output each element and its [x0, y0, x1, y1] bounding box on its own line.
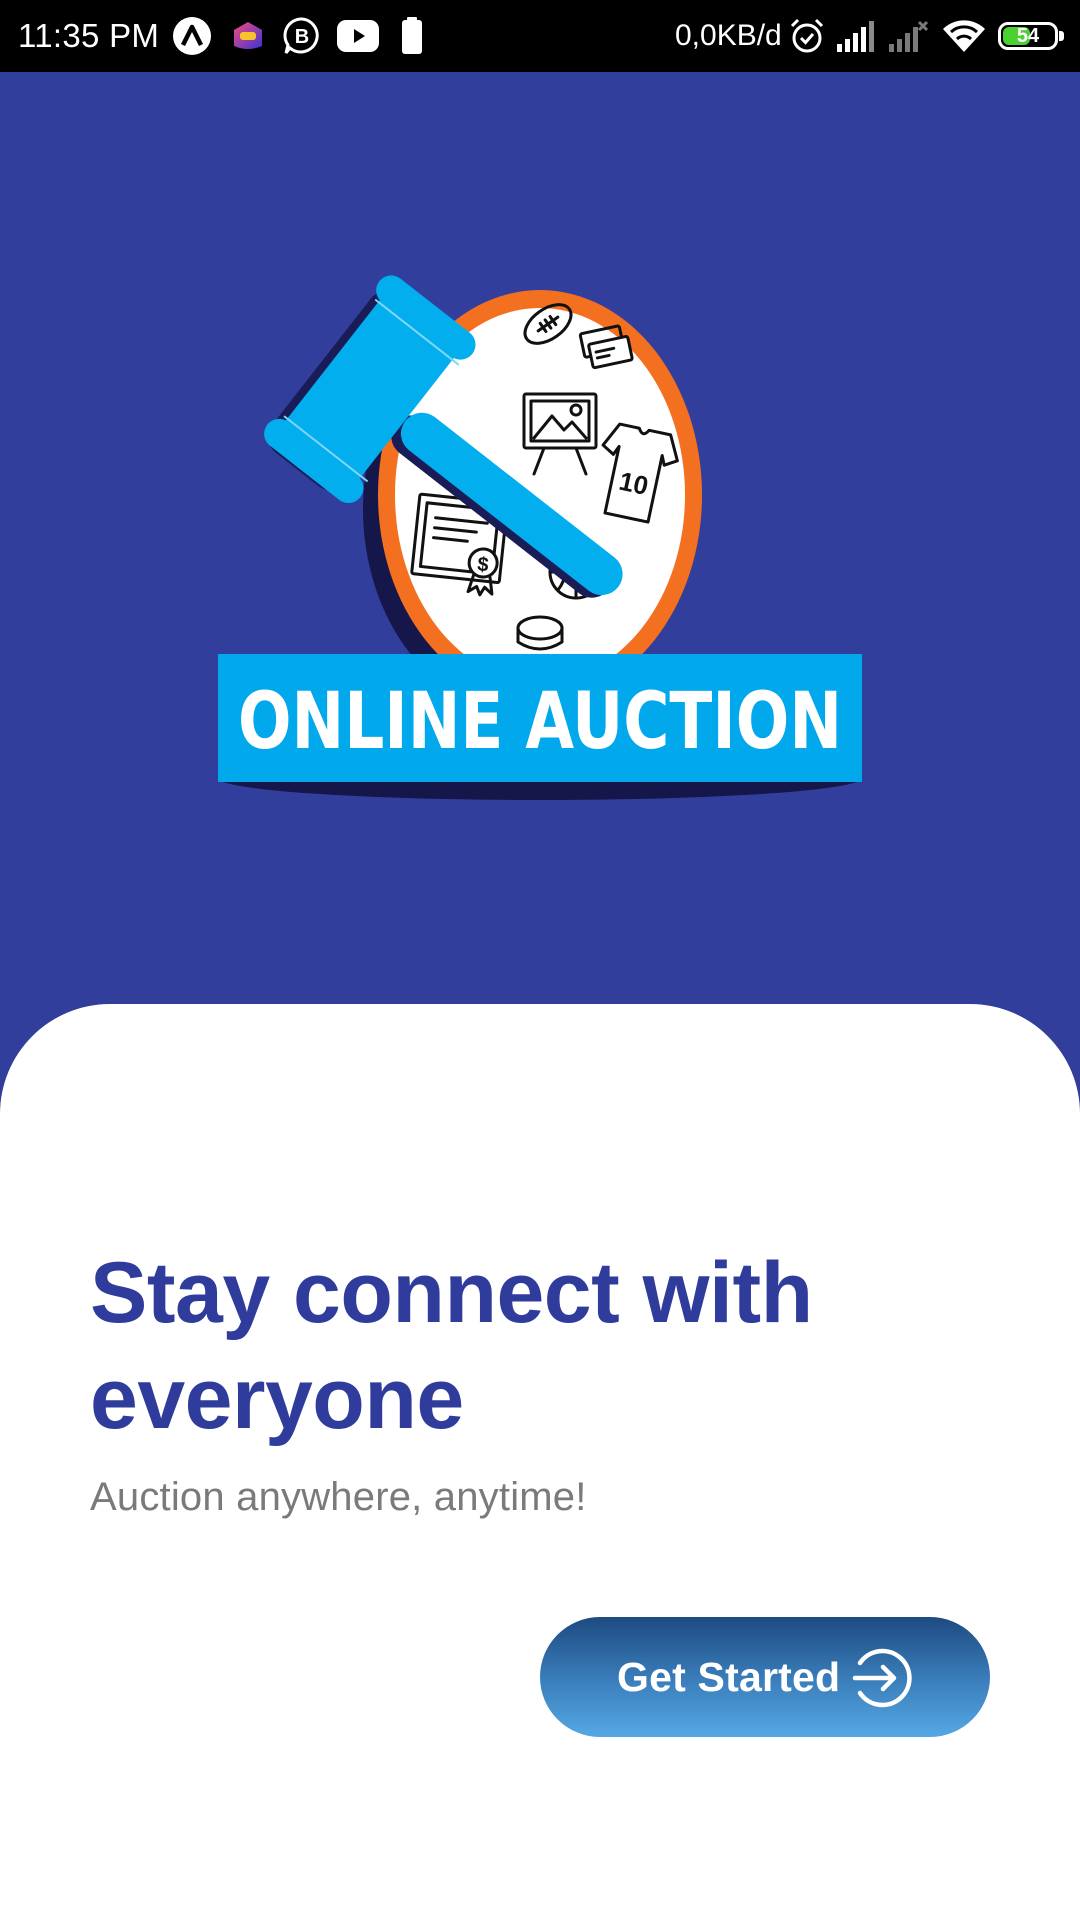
status-bar: 11:35 PM B 0,0KB/d 54	[0, 0, 1080, 72]
content-card	[0, 1004, 1080, 1920]
wifi-icon	[943, 20, 985, 52]
online-auction-logo: 10 $ ONLINE AUCTION	[218, 275, 862, 800]
data-rate: 0,0KB/d	[675, 19, 782, 52]
youtube-icon	[337, 20, 379, 52]
get-started-label: Get Started	[617, 1654, 841, 1700]
status-time: 11:35 PM	[18, 17, 160, 54]
battery-saver-icon	[402, 17, 422, 54]
battery-level: 54	[1016, 25, 1040, 47]
onboarding-screen: 11:35 PM B 0,0KB/d 54 10 $ ONLINE AUCTIO…	[0, 0, 1080, 1920]
get-started-button[interactable]: Get Started	[540, 1617, 990, 1737]
battery-tip	[1059, 31, 1064, 41]
no-signal-icon	[889, 20, 928, 52]
svg-text:10: 10	[617, 466, 652, 501]
app-a-icon	[173, 17, 211, 55]
lazada-icon	[234, 22, 262, 49]
alarm-icon	[790, 18, 824, 53]
logo-text: ONLINE AUCTION	[238, 677, 842, 767]
subtitle: Auction anywhere, anytime!	[90, 1475, 587, 1519]
b-messenger-icon: B	[283, 17, 319, 54]
arrow-right-circle-icon	[852, 1648, 912, 1708]
battery-icon: 54	[998, 22, 1058, 50]
svg-text:$: $	[476, 553, 489, 576]
headline: Stay connect with everyone	[90, 1245, 813, 1447]
signal-icon	[837, 21, 874, 52]
svg-text:B: B	[295, 26, 309, 48]
